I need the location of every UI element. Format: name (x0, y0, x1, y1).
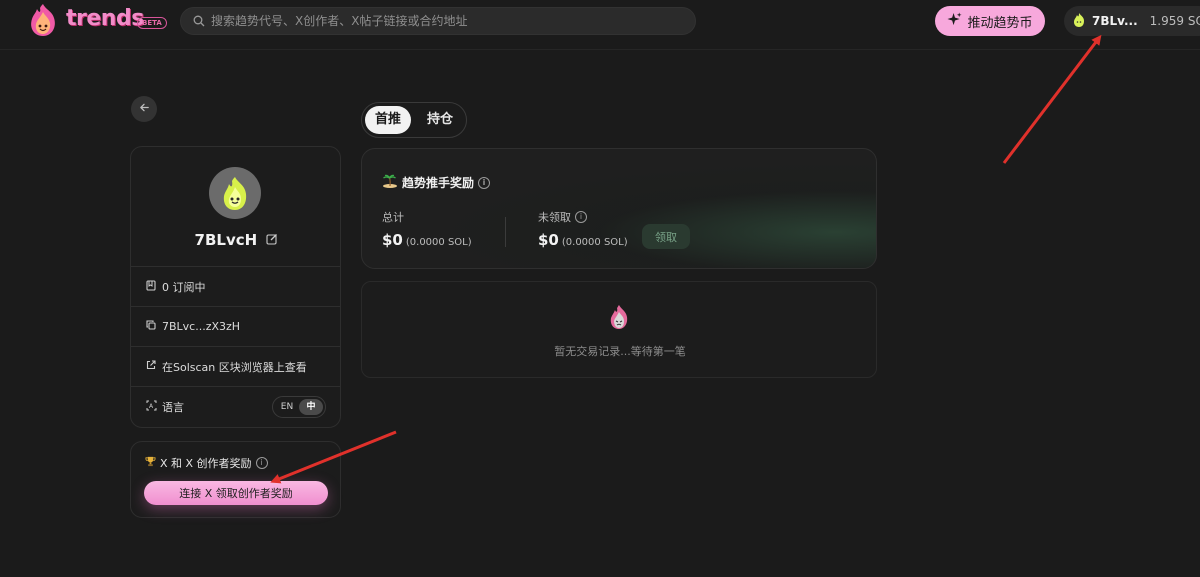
unclaimed-value-row: $0 (0.0000 SOL) (538, 231, 628, 249)
total-label-text: 总计 (382, 211, 404, 224)
profile-name: 7BLvcH (194, 231, 258, 249)
language-label: 语言 (162, 400, 184, 414)
wallet-avatar-flame-icon (1072, 12, 1086, 31)
copy-icon (145, 320, 157, 333)
wallet-balance: 1.959 SOL (1149, 14, 1200, 28)
rewards-title: 趋势推手奖励 (402, 176, 475, 190)
trophy-icon (145, 456, 156, 470)
info-icon[interactable]: i (575, 211, 587, 223)
arrow-left-icon (139, 102, 150, 117)
brand-name[interactable]: trends (66, 6, 144, 31)
profile-name-row: 7BLvcH (131, 231, 342, 249)
bookmark-icon (145, 279, 157, 294)
avatar (209, 167, 261, 219)
wallet-button[interactable]: 7BLv... 1.959 SOL (1064, 6, 1200, 36)
claim-button[interactable]: 领取 (642, 224, 690, 249)
empty-state-text: 暂无交易记录...等待第一笔 (554, 345, 686, 358)
annotation-arrow-wallet (1002, 34, 1102, 164)
translate-icon: A (145, 400, 157, 414)
top-header: trends BETA 推动趋势币 7BLv... 1.959 SOL (0, 0, 1200, 50)
sparkle-icon (947, 11, 963, 31)
wallet-address: 7BLv... (1092, 14, 1138, 28)
wallet-address-short: 7BLvc...zX3zH (162, 320, 241, 333)
profile-card: 7BLvcH 0 订阅中 7BLvc...zX3zH 在Solscan 区块浏览… (130, 146, 341, 428)
unclaimed-value: $0 (538, 231, 559, 249)
back-button[interactable] (131, 96, 157, 122)
sad-flame-icon (608, 304, 630, 334)
creator-rewards-title-row: X 和 X 创作者奖励 i (145, 455, 268, 471)
total-value-row: $0 (0.0000 SOL) (382, 231, 472, 249)
trend-pusher-rewards-card: 趋势推手奖励 i 总计 $0 (0.0000 SOL) 未领取 i $0 (0.00… (361, 148, 877, 269)
language-toggle[interactable]: EN 中 (272, 396, 326, 418)
total-label: 总计 (382, 209, 404, 225)
svg-text:A: A (149, 403, 154, 410)
subscriptions-label: 0 订阅中 (162, 280, 206, 294)
island-icon (382, 174, 398, 191)
search-input[interactable] (211, 14, 681, 28)
solscan-link-row[interactable]: 在Solscan 区块浏览器上查看 (131, 346, 340, 386)
lang-option-zh[interactable]: 中 (299, 399, 323, 415)
rewards-divider (505, 217, 506, 247)
trends-flame-logo-icon[interactable] (26, 2, 60, 38)
external-link-icon (145, 360, 157, 373)
language-row: A 语言 EN 中 (131, 386, 340, 426)
beta-badge: BETA (137, 17, 167, 29)
tab-featured[interactable]: 首推 (365, 106, 411, 134)
rewards-title-row: 趋势推手奖励 i (382, 174, 491, 191)
info-icon[interactable]: i (255, 457, 268, 469)
search-icon (193, 12, 205, 31)
edit-icon[interactable] (266, 234, 278, 248)
creator-rewards-title: X 和 X 创作者奖励 (160, 457, 252, 470)
unclaimed-label-text: 未领取 (538, 211, 571, 224)
connect-x-button[interactable]: 连接 X 领取创作者奖励 (144, 481, 328, 505)
tab-bar: 首推 持仓 (361, 102, 467, 138)
wallet-address-row[interactable]: 7BLvc...zX3zH (131, 306, 340, 346)
lang-option-en[interactable]: EN (275, 402, 299, 412)
search-bar[interactable] (180, 7, 696, 35)
tab-holdings[interactable]: 持仓 (417, 106, 463, 134)
unclaimed-sol: (0.0000 SOL) (561, 237, 628, 248)
launch-trend-coin-button[interactable]: 推动趋势币 (935, 6, 1045, 36)
solscan-link[interactable]: 在Solscan 区块浏览器上查看 (162, 359, 307, 375)
launch-button-label: 推动趋势币 (967, 15, 1033, 31)
total-value: $0 (382, 231, 403, 249)
flame-avatar-icon (223, 177, 247, 210)
subscriptions-row[interactable]: 0 订阅中 (131, 266, 340, 306)
info-icon[interactable]: i (478, 176, 491, 189)
trade-history-empty-card: 暂无交易记录...等待第一笔 (361, 281, 877, 378)
total-sol: (0.0000 SOL) (405, 237, 472, 248)
unclaimed-label: 未领取 i (538, 209, 587, 225)
creator-rewards-card: X 和 X 创作者奖励 i 连接 X 领取创作者奖励 (130, 441, 341, 518)
